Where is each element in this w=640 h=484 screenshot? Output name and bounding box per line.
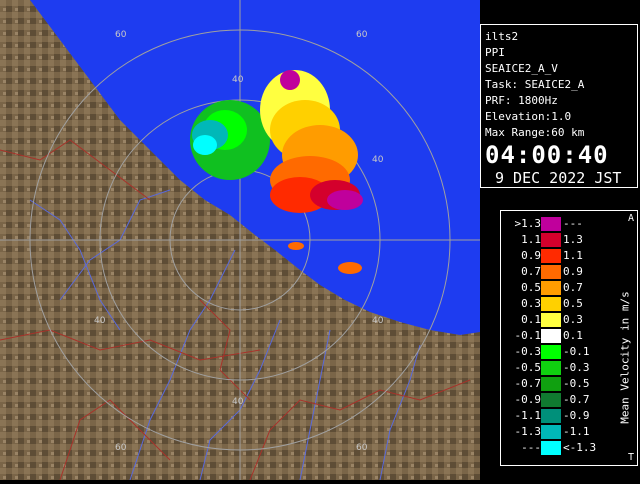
legend-high-value: 1.3 xyxy=(563,233,583,246)
legend-low-value: -0.1 xyxy=(514,329,542,342)
legend-low-value: 0.1 xyxy=(521,313,541,326)
legend-row: >1.3 --- xyxy=(501,217,639,231)
legend-low-value: -1.1 xyxy=(514,409,542,422)
site-name: ilts2 xyxy=(485,30,519,43)
legend-high-value: -1.1 xyxy=(563,425,590,438)
legend-color-swatch xyxy=(541,329,561,343)
range-label: 60 xyxy=(115,443,127,453)
range-label: 40 xyxy=(232,397,244,407)
legend-low-value: >1.3 xyxy=(514,217,542,230)
legend-high-value: -0.5 xyxy=(563,377,590,390)
legend-low-value: 0.9 xyxy=(521,249,541,262)
elevation-value: Elevation:1.0 xyxy=(485,110,572,123)
legend-color-swatch xyxy=(541,377,561,391)
legend-high-value: <-1.3 xyxy=(563,441,597,454)
legend-low-value: 0.7 xyxy=(521,265,541,278)
velocity-legend: A >1.3 --- 1.1 1.3 0.9 1.1 0.7 0.9 0.5 0.7 0.3 0.5 0… xyxy=(500,210,638,466)
legend-high-value: 0.1 xyxy=(563,329,583,342)
prf-value: PRF: 1800Hz xyxy=(485,94,558,107)
max-range-value: Max Range:60 km xyxy=(485,126,585,139)
legend-title: Mean Velocity in m/s xyxy=(618,291,632,424)
legend-high-value: -0.3 xyxy=(563,361,590,374)
scan-date: 9 DEC 2022 JST xyxy=(495,169,622,187)
legend-color-swatch xyxy=(541,281,561,295)
legend-low-value: -0.9 xyxy=(514,393,542,406)
legend-color-swatch xyxy=(541,361,561,375)
legend-corner-bottom: T xyxy=(627,452,634,463)
radar-ppi-map: 40 40 40 40 40 60 60 60 60 xyxy=(0,0,480,481)
legend-color-swatch xyxy=(541,409,561,423)
legend-color-swatch xyxy=(541,297,561,311)
product-name: SEAICE2_A_V xyxy=(485,62,558,75)
legend-low-value: -0.3 xyxy=(514,345,542,358)
legend-color-swatch xyxy=(541,249,561,263)
legend-high-value: 0.5 xyxy=(563,297,583,310)
legend-high-value: -0.9 xyxy=(563,409,590,422)
range-label: 60 xyxy=(356,443,368,453)
legend-high-value: 0.3 xyxy=(563,313,583,326)
range-label: 40 xyxy=(372,155,384,165)
range-label: 60 xyxy=(356,30,368,40)
legend-low-value: -0.5 xyxy=(514,361,542,374)
legend-row: 1.1 1.3 xyxy=(501,233,639,247)
legend-color-swatch xyxy=(541,393,561,407)
legend-high-value: 0.9 xyxy=(563,265,583,278)
legend-color-swatch xyxy=(541,345,561,359)
legend-color-swatch xyxy=(541,217,561,231)
legend-color-swatch xyxy=(541,441,561,455)
legend-high-value: 1.1 xyxy=(563,249,583,262)
legend-high-value: --- xyxy=(563,217,583,230)
legend-color-swatch xyxy=(541,313,561,327)
legend-low-value: -1.3 xyxy=(514,425,542,438)
range-label: 40 xyxy=(232,75,244,85)
legend-low-value: -0.7 xyxy=(514,377,542,390)
legend-color-swatch xyxy=(541,425,561,439)
scan-mode: PPI xyxy=(485,46,505,59)
info-box: ilts2 PPI SEAICE2_A_V Task: SEAICE2_A PR… xyxy=(480,24,638,188)
range-label: 60 xyxy=(115,30,127,40)
range-label: 40 xyxy=(94,316,106,326)
sidebar-panel: ilts2 PPI SEAICE2_A_V Task: SEAICE2_A PR… xyxy=(480,0,640,480)
legend-high-value: 0.7 xyxy=(563,281,583,294)
legend-color-swatch xyxy=(541,265,561,279)
legend-low-value: --- xyxy=(521,441,541,454)
range-label: 40 xyxy=(372,316,384,326)
legend-high-value: -0.7 xyxy=(563,393,590,406)
legend-low-value: 1.1 xyxy=(521,233,541,246)
scan-time: 04:00:40 xyxy=(485,141,609,169)
legend-low-value: 0.3 xyxy=(521,297,541,310)
legend-low-value: 0.5 xyxy=(521,281,541,294)
task-name: Task: SEAICE2_A xyxy=(485,78,585,91)
radar-map-svg: 40 40 40 40 40 60 60 60 60 xyxy=(0,0,480,481)
legend-high-value: -0.1 xyxy=(563,345,590,358)
legend-color-swatch xyxy=(541,233,561,247)
